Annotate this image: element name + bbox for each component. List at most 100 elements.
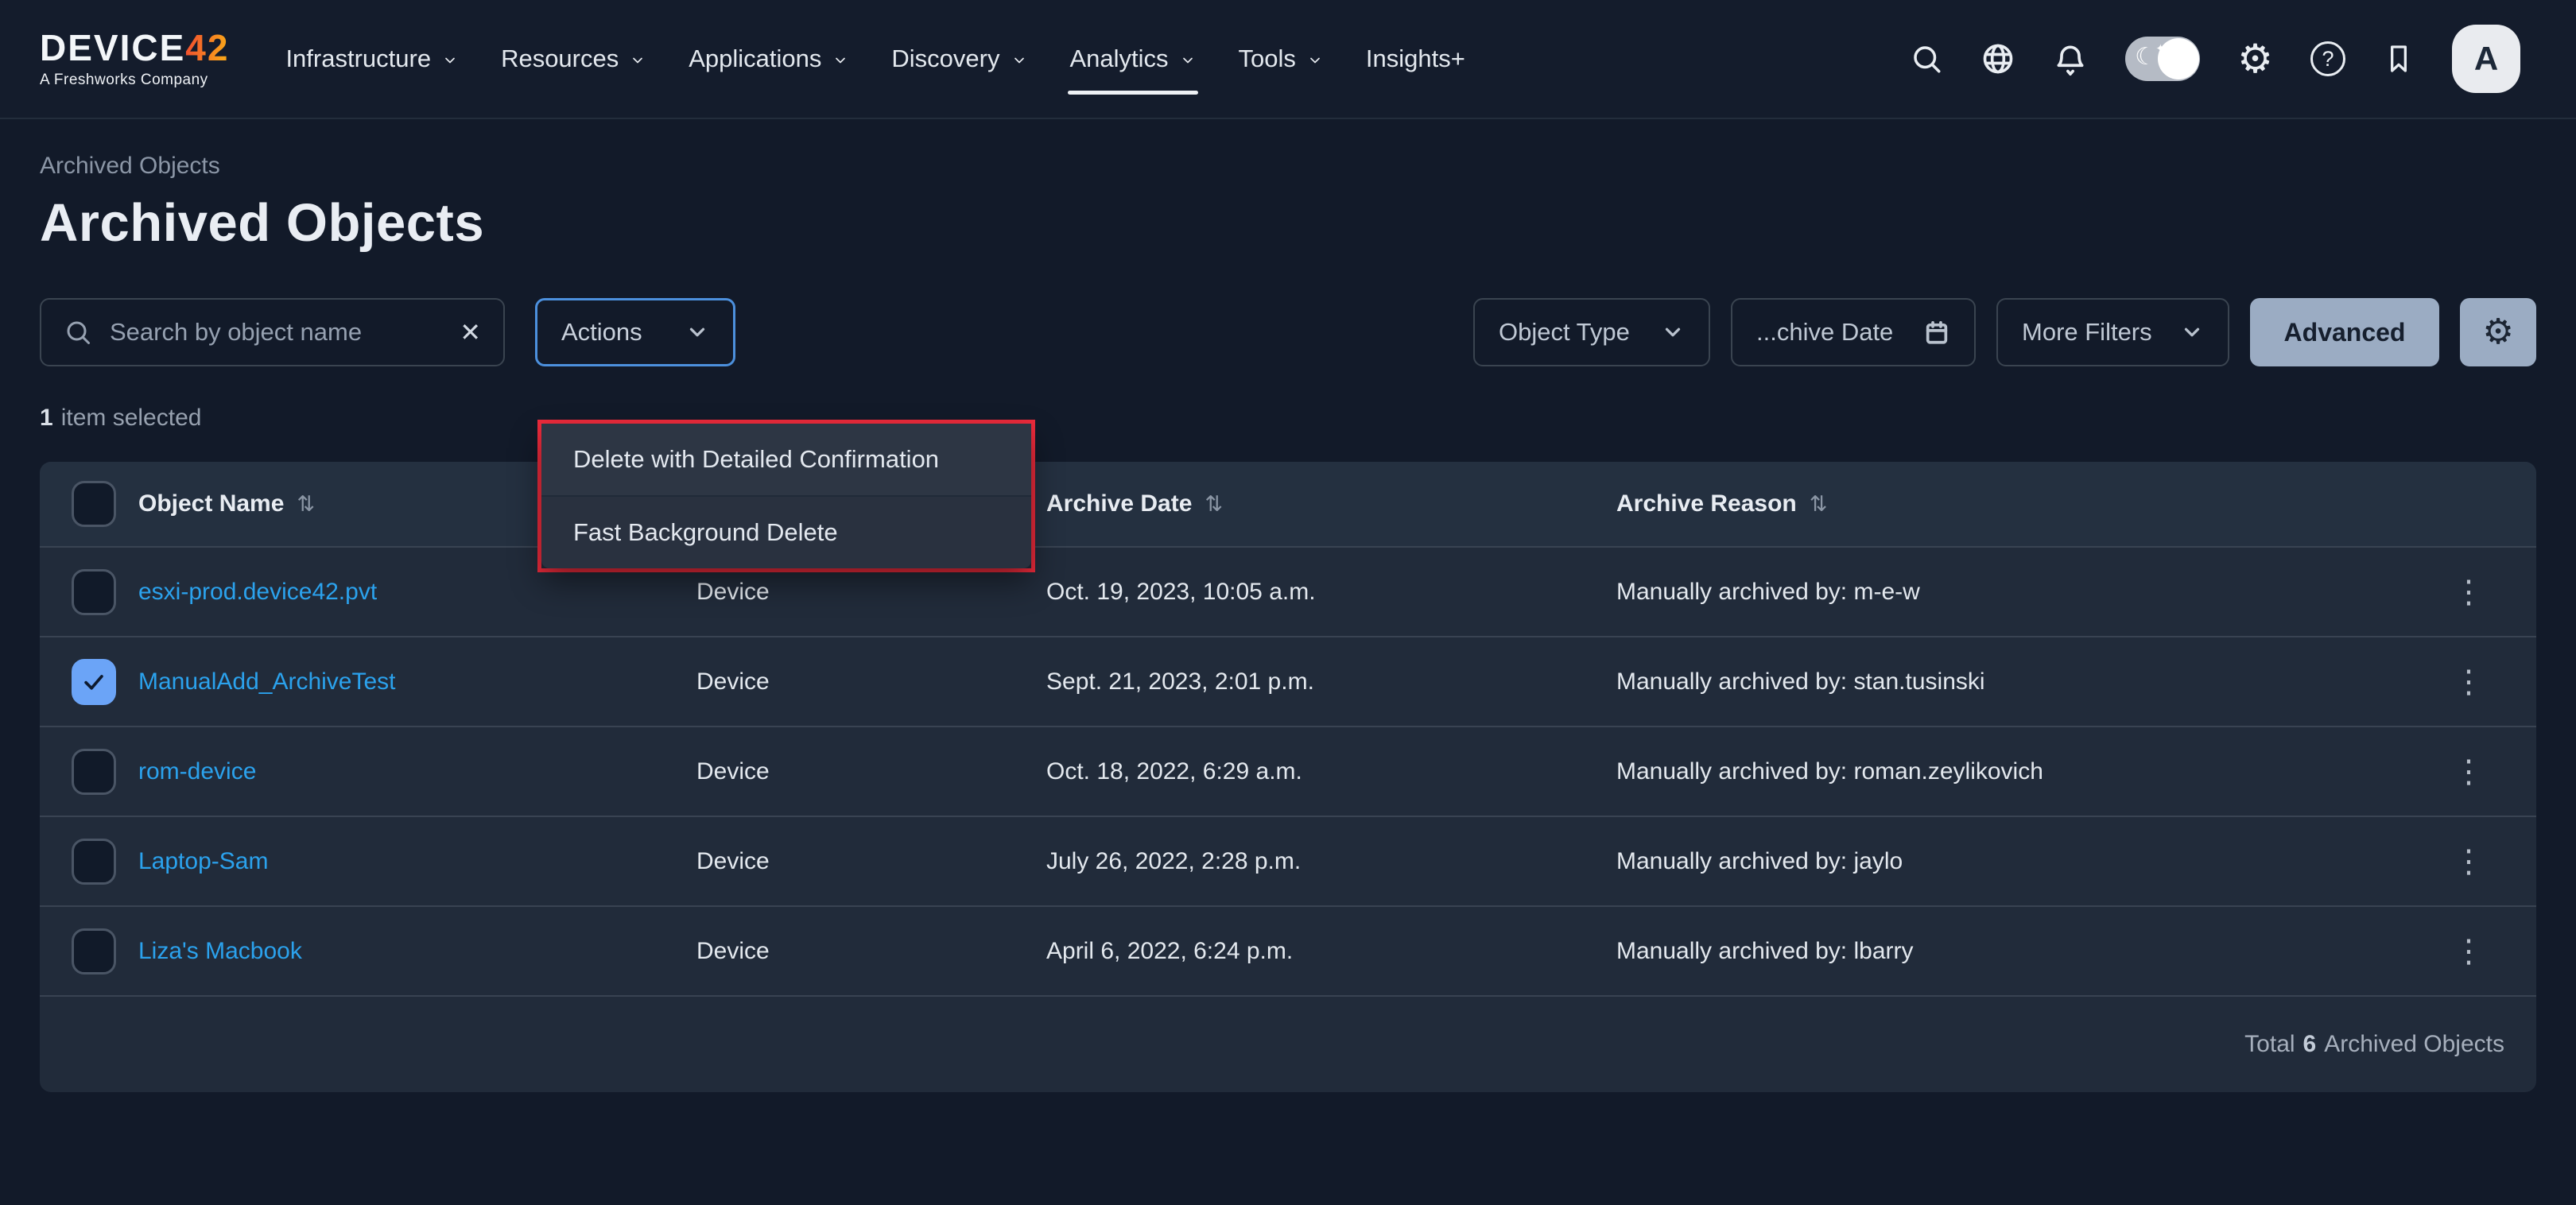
- chevron-down-icon: [832, 52, 848, 68]
- moon-icon: ☾: [2135, 43, 2156, 71]
- gear-icon[interactable]: ⚙: [2237, 39, 2273, 79]
- selection-count: 1: [40, 405, 53, 431]
- archive-date-cell: Oct. 19, 2023, 10:05 a.m.: [1046, 579, 1616, 606]
- gear-icon: ⚙: [2482, 315, 2513, 350]
- table-settings-button[interactable]: ⚙: [2460, 298, 2536, 366]
- calendar-icon: [1923, 319, 1950, 346]
- more-filters-button[interactable]: More Filters: [1996, 298, 2229, 366]
- row-kebab-menu-icon[interactable]: ⋮: [2453, 666, 2485, 698]
- search-icon[interactable]: [1910, 42, 1943, 76]
- row-checkbox[interactable]: [72, 928, 116, 974]
- object-type-filter[interactable]: Object Type: [1473, 298, 1710, 366]
- table-footer: Total 6 Archived Objects: [40, 995, 2536, 1092]
- nav-item-infrastructure[interactable]: Infrastructure: [264, 0, 479, 118]
- row-kebab-menu-icon[interactable]: ⋮: [2453, 846, 2485, 878]
- row-checkbox[interactable]: [72, 749, 116, 795]
- select-all-checkbox[interactable]: [72, 481, 116, 527]
- toggle-knob: [2158, 38, 2199, 79]
- row-kebab-menu-icon[interactable]: ⋮: [2453, 936, 2485, 967]
- object-type-cell: Device: [696, 938, 1046, 965]
- nav-item-applications[interactable]: Applications: [667, 0, 870, 118]
- chevron-down-icon: [442, 52, 458, 68]
- search-icon: [64, 318, 92, 347]
- advanced-button[interactable]: Advanced: [2250, 298, 2439, 366]
- archive-reason-cell: Manually archived by: m-e-w: [1616, 579, 2433, 606]
- actions-dropdown-menu: Delete with Detailed Confirmation Fast B…: [541, 424, 1031, 568]
- check-icon: [80, 668, 107, 695]
- menu-item-fast-delete[interactable]: Fast Background Delete: [541, 497, 1031, 568]
- chevron-down-icon: [1307, 52, 1323, 68]
- row-checkbox-checked[interactable]: [72, 659, 116, 705]
- nav-item-discovery[interactable]: Discovery: [870, 0, 1048, 118]
- bell-icon[interactable]: [2053, 41, 2088, 76]
- nav-item-tools[interactable]: Tools: [1217, 0, 1344, 118]
- row-kebab-menu-icon[interactable]: ⋮: [2453, 756, 2485, 788]
- search-box: ✕: [40, 298, 505, 366]
- chevron-down-icon: [630, 52, 646, 68]
- help-icon[interactable]: ?: [2310, 41, 2345, 76]
- table-row: Laptop-Sam Device July 26, 2022, 2:28 p.…: [40, 816, 2536, 905]
- object-type-cell: Device: [696, 668, 1046, 695]
- menu-item-delete-detailed[interactable]: Delete with Detailed Confirmation: [541, 424, 1031, 495]
- archive-date-cell: Oct. 18, 2022, 6:29 a.m.: [1046, 758, 1616, 785]
- archive-reason-cell: Manually archived by: lbarry: [1616, 938, 2433, 965]
- top-navigation-bar: DEVICE42 A Freshworks Company Infrastruc…: [0, 0, 2576, 119]
- search-input[interactable]: [110, 318, 442, 347]
- row-checkbox[interactable]: [72, 569, 116, 615]
- selection-info: 1item selected: [40, 405, 2536, 432]
- archive-date-cell: Sept. 21, 2023, 2:01 p.m.: [1046, 668, 1616, 695]
- chevron-down-icon: [1011, 52, 1027, 68]
- chevron-down-icon: [1661, 320, 1685, 344]
- nav-item-insights[interactable]: Insights+: [1344, 0, 1487, 118]
- table-row: rom-device Device Oct. 18, 2022, 6:29 a.…: [40, 726, 2536, 816]
- archived-objects-page: DEVICE42 A Freshworks Company Infrastruc…: [0, 0, 2576, 1205]
- object-type-cell: Device: [696, 848, 1046, 875]
- annotation-highlight-box: Delete with Detailed Confirmation Fast B…: [537, 420, 1035, 572]
- dark-mode-toggle[interactable]: ☾ ✦: [2125, 37, 2200, 81]
- table-header-row: Object Name⇅ Object Type⇅ Archive Date⇅ …: [40, 462, 2536, 546]
- object-name-link[interactable]: Liza's Macbook: [138, 938, 302, 964]
- bookmark-icon[interactable]: [2383, 41, 2415, 76]
- controls-row: ✕ Actions Object Type ...chive Date More: [40, 298, 2536, 366]
- table-row: esxi-prod.device42.pvt Device Oct. 19, 2…: [40, 546, 2536, 636]
- clear-search-icon[interactable]: ✕: [460, 317, 481, 347]
- archive-date-cell: April 6, 2022, 6:24 p.m.: [1046, 938, 1616, 965]
- row-kebab-menu-icon[interactable]: ⋮: [2453, 576, 2485, 608]
- sort-icon[interactable]: ⇅: [297, 492, 315, 517]
- column-header-archive-date[interactable]: Archive Date⇅: [1046, 490, 1616, 517]
- avatar[interactable]: A: [2452, 25, 2520, 93]
- table-row: ManualAdd_ArchiveTest Device Sept. 21, 2…: [40, 636, 2536, 726]
- row-checkbox[interactable]: [72, 839, 116, 885]
- object-name-link[interactable]: esxi-prod.device42.pvt: [138, 579, 377, 605]
- nav-item-resources[interactable]: Resources: [479, 0, 667, 118]
- archive-reason-cell: Manually archived by: stan.tusinski: [1616, 668, 2433, 695]
- main-content: Archived Objects Archived Objects ✕ Acti…: [0, 153, 2576, 1092]
- archive-reason-cell: Manually archived by: roman.zeylikovich: [1616, 758, 2433, 785]
- page-title: Archived Objects: [40, 192, 2536, 254]
- main-navigation: Infrastructure Resources Applications Di…: [264, 0, 1486, 118]
- archive-reason-cell: Manually archived by: jaylo: [1616, 848, 2433, 875]
- archived-objects-table: Object Name⇅ Object Type⇅ Archive Date⇅ …: [40, 462, 2536, 1092]
- total-count: 6: [2303, 1031, 2317, 1058]
- object-name-link[interactable]: Laptop-Sam: [138, 848, 268, 874]
- archive-date-cell: July 26, 2022, 2:28 p.m.: [1046, 848, 1616, 875]
- logo-tagline: A Freshworks Company: [40, 72, 229, 89]
- nav-item-analytics[interactable]: Analytics: [1049, 0, 1217, 118]
- object-name-link[interactable]: rom-device: [138, 758, 256, 785]
- object-type-cell: Device: [696, 579, 1046, 606]
- sort-icon[interactable]: ⇅: [1205, 492, 1223, 517]
- topbar-actions: ☾ ✦ ⚙ ? A: [1910, 25, 2520, 93]
- sort-icon[interactable]: ⇅: [1810, 492, 1828, 517]
- chevron-down-icon: [1180, 52, 1196, 68]
- breadcrumb: Archived Objects: [40, 153, 2536, 180]
- column-header-archive-reason[interactable]: Archive Reason⇅: [1616, 490, 2433, 517]
- table-row: Liza's Macbook Device April 6, 2022, 6:2…: [40, 905, 2536, 995]
- logo-wordmark: DEVICE42: [40, 29, 229, 66]
- device42-logo[interactable]: DEVICE42 A Freshworks Company: [40, 29, 229, 89]
- archive-date-filter[interactable]: ...chive Date: [1731, 298, 1976, 366]
- actions-button[interactable]: Actions: [535, 298, 735, 366]
- chevron-down-icon: [2180, 320, 2204, 344]
- object-name-link[interactable]: ManualAdd_ArchiveTest: [138, 668, 396, 695]
- chevron-down-icon: [685, 320, 709, 344]
- globe-icon[interactable]: [1980, 41, 2015, 76]
